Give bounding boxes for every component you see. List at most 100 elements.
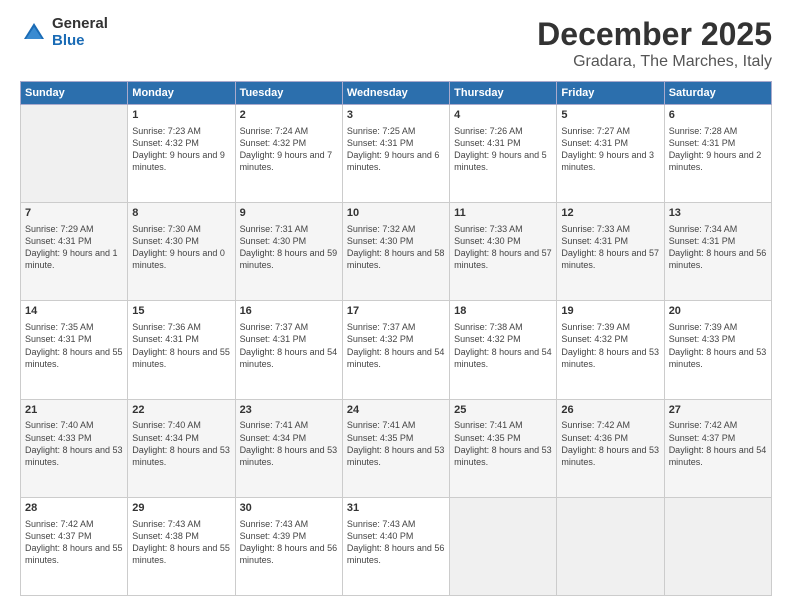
calendar-week-1: 7 Sunrise: 7:29 AM Sunset: 4:31 PM Daylig… (21, 203, 772, 301)
calendar-cell: 7 Sunrise: 7:29 AM Sunset: 4:31 PM Daylig… (21, 203, 128, 301)
day-number: 1 (132, 108, 230, 123)
day-number: 6 (669, 108, 767, 123)
day-number: 30 (240, 501, 338, 516)
day-number: 9 (240, 206, 338, 221)
day-info: Sunrise: 7:39 AM Sunset: 4:33 PM Dayligh… (669, 321, 767, 370)
calendar-cell: 21Sunrise: 7:40 AM Sunset: 4:33 PM Dayli… (21, 399, 128, 497)
calendar-cell: 19Sunrise: 7:39 AM Sunset: 4:32 PM Dayli… (557, 301, 664, 399)
calendar-cell: 1 Sunrise: 7:23 AM Sunset: 4:32 PM Daylig… (128, 105, 235, 203)
logo-text: General Blue (52, 16, 108, 49)
day-number: 20 (669, 304, 767, 319)
day-info: Sunrise: 7:30 AM Sunset: 4:30 PM Dayligh… (132, 223, 230, 272)
calendar-cell: 11 Sunrise: 7:33 AM Sunset: 4:30 PM Dayli… (450, 203, 557, 301)
calendar-cell: 17 Sunrise: 7:37 AM Sunset: 4:32 PM Dayli… (342, 301, 449, 399)
day-info: Sunrise: 7:37 AM Sunset: 4:32 PM Dayligh… (347, 321, 445, 370)
logo: General Blue (20, 16, 108, 49)
calendar-cell: 26Sunrise: 7:42 AM Sunset: 4:36 PM Dayli… (557, 399, 664, 497)
calendar-cell: 25Sunrise: 7:41 AM Sunset: 4:35 PM Dayli… (450, 399, 557, 497)
calendar-cell: 2 Sunrise: 7:24 AM Sunset: 4:32 PM Daylig… (235, 105, 342, 203)
calendar-week-2: 14 Sunrise: 7:35 AM Sunset: 4:31 PM Dayli… (21, 301, 772, 399)
day-number: 31 (347, 501, 445, 516)
day-number: 3 (347, 108, 445, 123)
day-info: Sunrise: 7:42 AM Sunset: 4:37 PM Dayligh… (25, 518, 123, 567)
calendar-cell: 5Sunrise: 7:27 AM Sunset: 4:31 PM Daylig… (557, 105, 664, 203)
calendar-cell: 9 Sunrise: 7:31 AM Sunset: 4:30 PM Daylig… (235, 203, 342, 301)
day-info: Sunrise: 7:38 AM Sunset: 4:32 PM Dayligh… (454, 321, 552, 370)
calendar-cell: 6 Sunrise: 7:28 AM Sunset: 4:31 PM Daylig… (664, 105, 771, 203)
day-info: Sunrise: 7:31 AM Sunset: 4:30 PM Dayligh… (240, 223, 338, 272)
day-number: 16 (240, 304, 338, 319)
day-info: Sunrise: 7:40 AM Sunset: 4:33 PM Dayligh… (25, 419, 123, 468)
day-info: Sunrise: 7:42 AM Sunset: 4:37 PM Dayligh… (669, 419, 767, 468)
day-number: 23 (240, 403, 338, 418)
day-info: Sunrise: 7:25 AM Sunset: 4:31 PM Dayligh… (347, 125, 445, 174)
weekday-header-thursday: Thursday (450, 82, 557, 105)
calendar-cell: 23Sunrise: 7:41 AM Sunset: 4:34 PM Dayli… (235, 399, 342, 497)
calendar-cell: 13 Sunrise: 7:34 AM Sunset: 4:31 PM Dayli… (664, 203, 771, 301)
page: General Blue December 2025 Gradara, The … (0, 0, 792, 612)
calendar-cell: 22Sunrise: 7:40 AM Sunset: 4:34 PM Dayli… (128, 399, 235, 497)
main-title: December 2025 (537, 16, 772, 53)
weekday-header-wednesday: Wednesday (342, 82, 449, 105)
day-info: Sunrise: 7:43 AM Sunset: 4:40 PM Dayligh… (347, 518, 445, 567)
calendar-cell: 10 Sunrise: 7:32 AM Sunset: 4:30 PM Dayli… (342, 203, 449, 301)
weekday-header-tuesday: Tuesday (235, 82, 342, 105)
day-info: Sunrise: 7:41 AM Sunset: 4:35 PM Dayligh… (347, 419, 445, 468)
header: General Blue December 2025 Gradara, The … (20, 16, 772, 71)
day-info: Sunrise: 7:23 AM Sunset: 4:32 PM Dayligh… (132, 125, 230, 174)
day-info: Sunrise: 7:36 AM Sunset: 4:31 PM Dayligh… (132, 321, 230, 370)
day-info: Sunrise: 7:34 AM Sunset: 4:31 PM Dayligh… (669, 223, 767, 272)
logo-blue-text: Blue (52, 33, 108, 50)
weekday-header-sunday: Sunday (21, 82, 128, 105)
day-number: 17 (347, 304, 445, 319)
calendar-cell: 29 Sunrise: 7:43 AM Sunset: 4:38 PM Dayli… (128, 497, 235, 595)
day-number: 11 (454, 206, 552, 221)
calendar-cell: 30 Sunrise: 7:43 AM Sunset: 4:39 PM Dayli… (235, 497, 342, 595)
calendar-cell: 8Sunrise: 7:30 AM Sunset: 4:30 PM Daylig… (128, 203, 235, 301)
calendar-cell: 16 Sunrise: 7:37 AM Sunset: 4:31 PM Dayli… (235, 301, 342, 399)
calendar-cell: 24Sunrise: 7:41 AM Sunset: 4:35 PM Dayli… (342, 399, 449, 497)
day-info: Sunrise: 7:28 AM Sunset: 4:31 PM Dayligh… (669, 125, 767, 174)
calendar-week-4: 28Sunrise: 7:42 AM Sunset: 4:37 PM Dayli… (21, 497, 772, 595)
day-number: 24 (347, 403, 445, 418)
day-info: Sunrise: 7:35 AM Sunset: 4:31 PM Dayligh… (25, 321, 123, 370)
day-number: 14 (25, 304, 123, 319)
day-number: 4 (454, 108, 552, 123)
day-number: 22 (132, 403, 230, 418)
day-info: Sunrise: 7:40 AM Sunset: 4:34 PM Dayligh… (132, 419, 230, 468)
calendar-table: SundayMondayTuesdayWednesdayThursdayFrid… (20, 81, 772, 596)
day-info: Sunrise: 7:33 AM Sunset: 4:30 PM Dayligh… (454, 223, 552, 272)
day-info: Sunrise: 7:24 AM Sunset: 4:32 PM Dayligh… (240, 125, 338, 174)
day-number: 10 (347, 206, 445, 221)
day-info: Sunrise: 7:41 AM Sunset: 4:35 PM Dayligh… (454, 419, 552, 468)
calendar-body: 1 Sunrise: 7:23 AM Sunset: 4:32 PM Daylig… (21, 105, 772, 596)
day-info: Sunrise: 7:29 AM Sunset: 4:31 PM Dayligh… (25, 223, 123, 272)
day-number: 2 (240, 108, 338, 123)
calendar-cell: 20 Sunrise: 7:39 AM Sunset: 4:33 PM Dayli… (664, 301, 771, 399)
day-info: Sunrise: 7:43 AM Sunset: 4:38 PM Dayligh… (132, 518, 230, 567)
day-info: Sunrise: 7:41 AM Sunset: 4:34 PM Dayligh… (240, 419, 338, 468)
calendar-week-3: 21Sunrise: 7:40 AM Sunset: 4:33 PM Dayli… (21, 399, 772, 497)
day-number: 27 (669, 403, 767, 418)
calendar-header: SundayMondayTuesdayWednesdayThursdayFrid… (21, 82, 772, 105)
day-number: 19 (561, 304, 659, 319)
day-number: 13 (669, 206, 767, 221)
subtitle: Gradara, The Marches, Italy (537, 53, 772, 71)
day-number: 18 (454, 304, 552, 319)
logo-general-text: General (52, 16, 108, 33)
calendar-cell: 27Sunrise: 7:42 AM Sunset: 4:37 PM Dayli… (664, 399, 771, 497)
title-section: December 2025 Gradara, The Marches, Ital… (537, 16, 772, 71)
calendar-week-0: 1 Sunrise: 7:23 AM Sunset: 4:32 PM Daylig… (21, 105, 772, 203)
day-number: 12 (561, 206, 659, 221)
logo-icon (20, 19, 48, 47)
day-info: Sunrise: 7:37 AM Sunset: 4:31 PM Dayligh… (240, 321, 338, 370)
day-number: 29 (132, 501, 230, 516)
weekday-row: SundayMondayTuesdayWednesdayThursdayFrid… (21, 82, 772, 105)
day-info: Sunrise: 7:43 AM Sunset: 4:39 PM Dayligh… (240, 518, 338, 567)
day-info: Sunrise: 7:27 AM Sunset: 4:31 PM Dayligh… (561, 125, 659, 174)
day-number: 7 (25, 206, 123, 221)
day-info: Sunrise: 7:32 AM Sunset: 4:30 PM Dayligh… (347, 223, 445, 272)
weekday-header-monday: Monday (128, 82, 235, 105)
calendar-cell: 28Sunrise: 7:42 AM Sunset: 4:37 PM Dayli… (21, 497, 128, 595)
day-info: Sunrise: 7:33 AM Sunset: 4:31 PM Dayligh… (561, 223, 659, 272)
